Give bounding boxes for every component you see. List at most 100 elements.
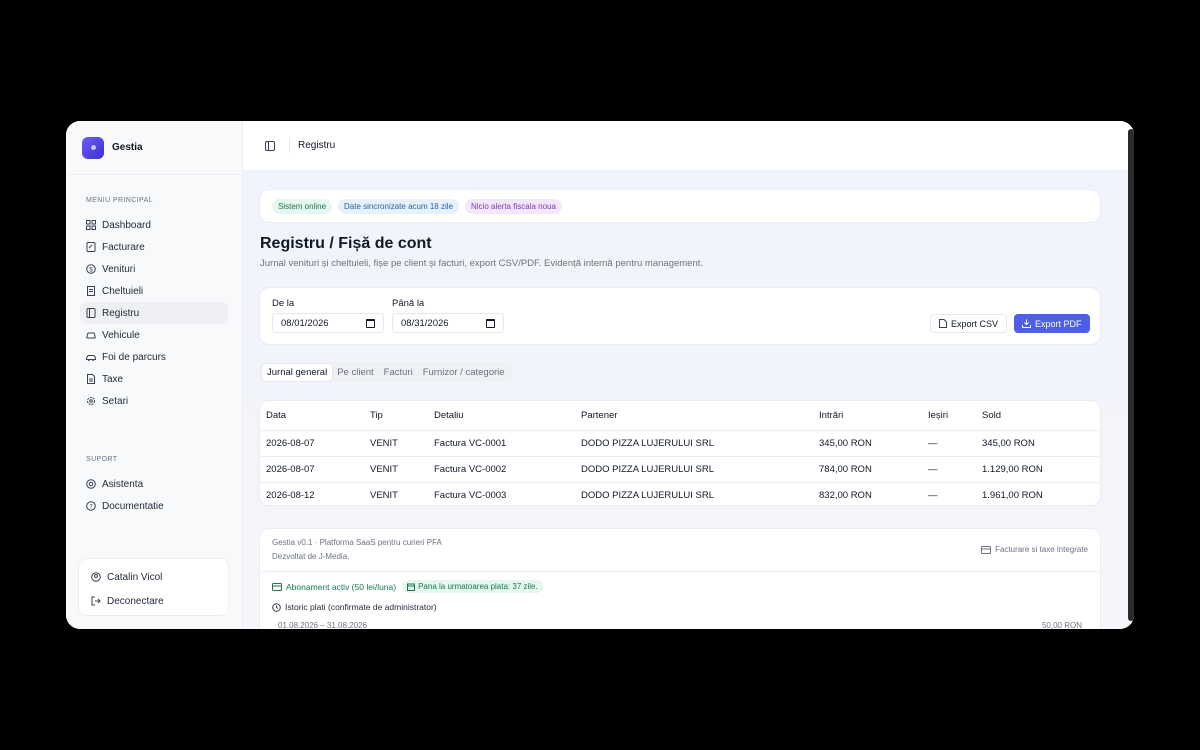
journal-table: Data Tip Detaliu Partener Intrări Ieșiri… (260, 401, 1100, 505)
table-row[interactable]: 2026-08-12 VENIT Factura VC-0003 DODO PI… (260, 482, 1100, 505)
sidebar-item-setari[interactable]: Setari (80, 390, 228, 412)
cell-data: 2026-08-12 (266, 489, 315, 501)
cell-iesiri: — (928, 430, 982, 457)
sidebar-item-label: Dashboard (102, 219, 151, 231)
sidebar-item-label: Asistenta (102, 478, 144, 490)
to-date-input[interactable]: 08/31/2026 (392, 313, 504, 333)
tab-pe-client[interactable]: Pe client (332, 364, 378, 381)
next-payment-text: Pana la urmatoarea plata: 37 zile. (418, 582, 538, 591)
table-row[interactable]: 2026-08-07 VENIT Factura VC-0001 DODO PI… (260, 430, 1100, 457)
sidebar-item-dashboard[interactable]: Dashboard (80, 214, 228, 236)
sidebar-item-documentatie[interactable]: ? Documentatie (80, 495, 228, 517)
dollar-circle-icon: $ (86, 264, 96, 274)
export-pdf-button[interactable]: Export PDF (1014, 314, 1090, 333)
sidebar-item-cheltuieli[interactable]: Cheltuieli (80, 280, 228, 302)
footer-card: Gestia v0.1 · Platforma SaaS pentru curi… (259, 528, 1101, 629)
cell-detaliu: Factura VC-0003 (434, 489, 507, 501)
cell-intrari: 784,00 RON (819, 456, 928, 483)
cell-sold: 1.961,00 RON (982, 489, 1043, 501)
sidebar-item-label: Taxe (102, 373, 124, 385)
view-tabs: Jurnal general Pe client Facturi Furnizo… (260, 362, 512, 382)
column-header-data[interactable]: Data (260, 401, 370, 431)
sidebar-toggle-icon[interactable] (265, 140, 275, 151)
column-header-iesiri[interactable]: Ieșiri (928, 401, 982, 431)
main-menu-label: MENIU PRINCIPAL (86, 197, 153, 204)
user-name: Catalin Vicol (107, 571, 163, 583)
sidebar-item-foi-de-parcurs[interactable]: Foi de parcurs (80, 346, 228, 368)
column-header-detaliu[interactable]: Detaliu (434, 401, 581, 431)
journal-table-card: Data Tip Detaliu Partener Intrări Ieșiri… (259, 400, 1101, 506)
sidebar-item-vehicule[interactable]: Vehicule (80, 324, 228, 346)
scrollbar[interactable] (1128, 129, 1134, 621)
from-date-input[interactable]: 08/01/2026 (272, 313, 384, 333)
main-nav: Dashboard Facturare $ Venituri Cheltuiel… (66, 214, 242, 412)
filter-card: De la 08/01/2026 Până la 08/31/2026 Expo… (259, 287, 1101, 345)
column-header-sold[interactable]: Sold (982, 401, 1100, 431)
lifebuoy-icon (86, 479, 96, 489)
export-pdf-label: Export PDF (1035, 318, 1082, 329)
export-csv-button[interactable]: Export CSV (930, 314, 1008, 333)
status-badge-alert: Nicio alerta fiscala noua (464, 198, 562, 214)
page-title: Registru / Fișă de cont (260, 235, 432, 252)
table-row[interactable]: 2026-08-07 VENIT Factura VC-0002 DODO PI… (260, 456, 1100, 483)
cell-detaliu: Factura VC-0001 (434, 430, 581, 457)
cell-sold: 345,00 RON (982, 430, 1100, 457)
column-header-partener[interactable]: Partener (581, 401, 819, 431)
integration-note: Facturare si taxe integrate (981, 545, 1088, 554)
to-date-label: Până la (392, 298, 425, 309)
calendar-icon[interactable] (486, 318, 495, 328)
sidebar-item-venituri[interactable]: $ Venituri (80, 258, 228, 280)
divider (289, 138, 290, 153)
payment-amount: 50,00 RON (1041, 621, 1082, 629)
credit-card-icon (272, 582, 282, 591)
book-icon (86, 308, 96, 318)
payment-history-row: 01.08.2026 – 31.08.2026 50,00 RON (278, 621, 1082, 629)
tab-furnizor-categorie[interactable]: Furnizor / categorie (418, 364, 510, 381)
subscription-row: Abonament activ (50 lei/luna) Pana la ur… (272, 580, 543, 593)
sidebar-item-facturare[interactable]: Facturare (80, 236, 228, 258)
payment-history-header[interactable]: Istoric plati (confirmate de administrat… (272, 602, 437, 612)
table-header-row: Data Tip Detaliu Partener Intrări Ieșiri… (260, 401, 1100, 431)
to-date-field: Până la 08/31/2026 (392, 298, 504, 333)
subscription-text: Abonament activ (50 lei/luna) (286, 581, 397, 592)
tab-jurnal-general[interactable]: Jurnal general (262, 363, 333, 381)
payment-history-title: Istoric plati (confirmate de administrat… (285, 602, 437, 612)
cell-partener: DODO PIZZA LUJERULUI SRL (581, 456, 819, 483)
sidebar-item-asistenta[interactable]: Asistenta (80, 473, 228, 495)
gear-icon (86, 396, 96, 406)
logout-button[interactable]: Deconectare (91, 591, 216, 611)
brand[interactable]: Gestia (66, 121, 242, 175)
sidebar-item-label: Vehicule (102, 329, 140, 341)
page-subtitle: Jurnal venituri și cheltuieli, fișe pe c… (260, 258, 704, 269)
sidebar-item-taxe[interactable]: Taxe (80, 368, 228, 390)
cell-tip: VENIT (370, 430, 434, 457)
breadcrumb: Registru (298, 140, 336, 151)
from-date-field: De la 08/01/2026 (272, 298, 384, 333)
app-logo-icon (82, 136, 104, 159)
sidebar-item-label: Documentatie (102, 500, 164, 512)
credit-card-icon (981, 545, 992, 554)
cell-partener: DODO PIZZA LUJERULUI SRL (581, 489, 715, 501)
logout-label: Deconectare (107, 595, 164, 607)
calendar-icon[interactable] (366, 318, 375, 328)
app-name: Gestia (112, 142, 143, 153)
sidebar-item-label: Cheltuieli (102, 285, 144, 297)
file-icon (939, 319, 947, 328)
next-payment-badge: Pana la urmatoarea plata: 37 zile. (402, 580, 543, 593)
support-label: SUPORT (86, 456, 118, 463)
document-icon (86, 374, 96, 384)
user-profile[interactable]: Catalin Vicol (91, 567, 216, 587)
sidebar-item-label: Facturare (102, 241, 145, 253)
tab-facturi[interactable]: Facturi (379, 364, 418, 381)
payment-period: 01.08.2026 – 31.08.2026 (278, 621, 367, 629)
status-badge-sync: Date sincronizate acum 18 zile (338, 198, 459, 214)
column-header-intrari[interactable]: Intrări (819, 401, 928, 431)
help-circle-icon: ? (86, 501, 96, 511)
cell-detaliu: Factura VC-0002 (434, 456, 581, 483)
cell-intrari: 832,00 RON (819, 489, 872, 501)
support-nav: Asistenta ? Documentatie (66, 473, 242, 517)
cell-tip: VENIT (370, 489, 398, 501)
column-header-tip[interactable]: Tip (370, 401, 434, 431)
from-date-value: 08/01/2026 (281, 317, 329, 329)
sidebar-item-registru[interactable]: Registru (80, 302, 228, 324)
